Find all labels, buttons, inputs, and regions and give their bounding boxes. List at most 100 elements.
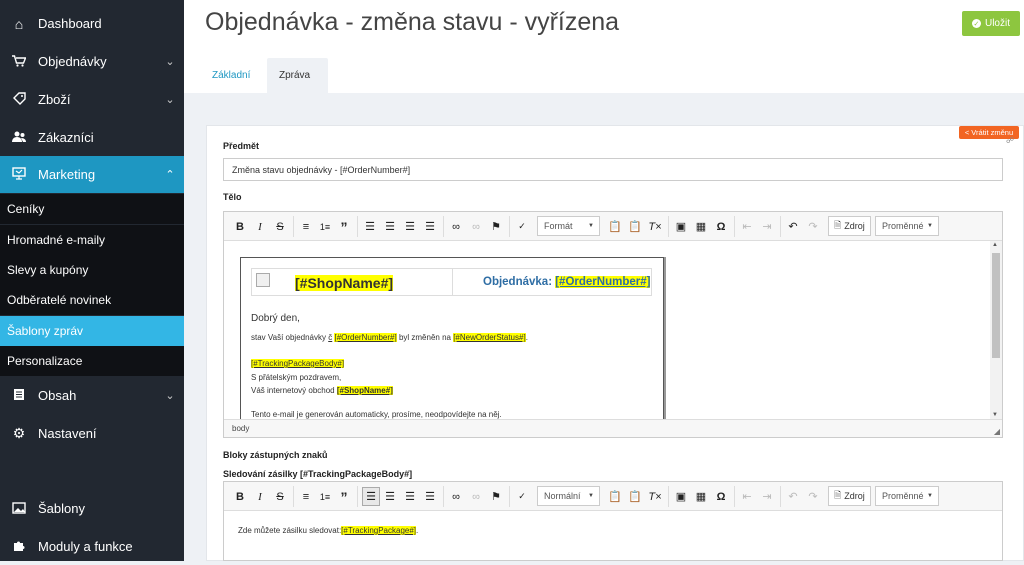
format-select-value: Formát <box>544 221 573 231</box>
sidebar-item-content[interactable]: Obsah ⌄ <box>0 377 184 414</box>
main-content: Objednávka - změna stavu - vyřízena ✓ Ul… <box>184 0 1024 561</box>
tab-message[interactable]: Zpráva <box>267 58 328 93</box>
undo-icon[interactable]: ↶ <box>785 217 801 236</box>
order-number-inline: [#OrderNumber#] <box>334 333 397 342</box>
sidebar-subitem-personalization[interactable]: Personalizace <box>0 346 184 376</box>
sidebar-subitem-subscribers[interactable]: Odběratelé novinek <box>0 285 184 315</box>
save-button-label: Uložit <box>984 18 1010 29</box>
spellcheck-icon[interactable]: ✓ <box>514 217 530 236</box>
unlink-icon[interactable]: ∞ <box>468 487 484 506</box>
line1-start: stav Vaší objednávky <box>251 333 329 342</box>
format-select[interactable]: Formát ▼ <box>537 216 600 236</box>
italic-button[interactable]: I <box>252 487 268 506</box>
strikethrough-button[interactable]: S <box>272 217 288 236</box>
bold-button[interactable]: B <box>232 217 248 236</box>
anchor-flag-icon[interactable]: ⚑ <box>488 487 504 506</box>
sidebar-item-dashboard[interactable]: ⌂ Dashboard <box>0 5 184 42</box>
link-icon: ☍ <box>1006 136 1015 145</box>
bulleted-list-icon[interactable]: ≡ <box>298 487 314 506</box>
editor-content-area[interactable]: [#ShopName#] Objednávka: [#OrderNumber#]… <box>224 241 1002 419</box>
redo-icon[interactable]: ↷ <box>805 217 821 236</box>
sidebar-item-marketing[interactable]: Marketing ⌃ <box>0 156 184 193</box>
placeholder-blocks-label: Bloky zástupných znaků <box>223 450 328 460</box>
blockquote-icon[interactable]: ” <box>336 487 352 506</box>
home-icon: ⌂ <box>14 15 24 32</box>
align-left-icon[interactable]: ☰ <box>362 487 380 506</box>
strikethrough-button[interactable]: S <box>272 487 288 506</box>
paste-icon[interactable]: 📋 <box>607 217 623 236</box>
paste-text-icon[interactable]: 📋 <box>627 217 643 236</box>
bulleted-list-icon[interactable]: ≡ <box>298 217 314 236</box>
line1-end: . <box>525 333 528 342</box>
sidebar-item-orders[interactable]: Objednávky ⌄ <box>0 43 184 80</box>
save-button[interactable]: ✓ Uložit <box>962 11 1020 36</box>
special-char-icon[interactable]: Ω <box>713 487 729 506</box>
sidebar-item-templates[interactable]: Šablony <box>0 490 184 527</box>
chevron-down-icon: ⌄ <box>165 390 175 402</box>
sidebar-subitem-message-templates[interactable]: Šablony zpráv <box>0 316 184 346</box>
special-char-icon[interactable]: Ω <box>713 217 729 236</box>
paste-icon[interactable]: 📋 <box>607 487 623 506</box>
numbered-list-icon[interactable]: 1≡ <box>317 217 333 236</box>
new-status-placeholder: [#NewOrderStatus#] <box>453 333 526 342</box>
sidebar-subitem-bulk-emails[interactable]: Hromadné e-maily <box>0 225 184 255</box>
image-insert-icon[interactable]: ▣ <box>673 217 689 236</box>
image-icon <box>0 501 38 517</box>
editor-toolbar: B I S ≡ 1≡ ” ☰ ☰ ☰ ☰ ∞ ∞ ⚑ ✓ Normální ▼ … <box>224 482 1002 511</box>
image-insert-icon[interactable]: ▣ <box>673 487 689 506</box>
align-justify-icon[interactable]: ☰ <box>422 487 438 506</box>
source-button[interactable]: 🗎 Zdroj <box>828 216 871 236</box>
redo-icon[interactable]: ↷ <box>805 487 821 506</box>
anchor-flag-icon[interactable]: ⚑ <box>488 217 504 236</box>
tag-icon <box>0 91 38 108</box>
remove-format-icon[interactable]: T× <box>647 487 663 506</box>
align-left-icon[interactable]: ☰ <box>362 217 378 236</box>
broken-image-icon <box>256 273 270 287</box>
align-justify-icon[interactable]: ☰ <box>422 217 438 236</box>
spellcheck-icon[interactable]: ✓ <box>514 487 530 506</box>
numbered-list-icon[interactable]: 1≡ <box>317 487 333 506</box>
source-icon: 🗎 <box>834 490 842 500</box>
sidebar-item-products[interactable]: Zboží ⌄ <box>0 81 184 118</box>
sidebar-item-customers[interactable]: Zákazníci <box>0 119 184 156</box>
indent-icon[interactable]: ⇥ <box>759 487 775 506</box>
format-select[interactable]: Normální ▼ <box>537 486 600 506</box>
outdent-icon[interactable]: ⇤ <box>739 217 755 236</box>
editor-content-area[interactable]: Zde můžete zásilku sledovat:[#TrackingPa… <box>224 511 1002 561</box>
indent-icon[interactable]: ⇥ <box>759 217 775 236</box>
tracking-text: Zde můžete zásilku sledovat:[#TrackingPa… <box>238 526 418 535</box>
subject-input[interactable]: Změna stavu objednávky - [#OrderNumber#] <box>223 158 1003 181</box>
sidebar-item-settings[interactable]: ⚙ Nastavení <box>0 415 184 452</box>
undo-icon[interactable]: ↶ <box>785 487 801 506</box>
sidebar: ⌂ Dashboard Objednávky ⌄ Zboží ⌄ Zákazní… <box>0 0 184 561</box>
tab-basic[interactable]: Základní <box>200 58 262 93</box>
paste-text-icon[interactable]: 📋 <box>627 487 643 506</box>
variables-select[interactable]: Proměnné ▼ <box>875 216 939 236</box>
scroll-down-icon[interactable]: ▼ <box>992 412 998 418</box>
table-icon[interactable]: ▦ <box>693 487 709 506</box>
sidebar-item-modules[interactable]: Moduly a funkce <box>0 528 184 565</box>
scrollbar-thumb[interactable] <box>992 253 1000 358</box>
align-center-icon[interactable]: ☰ <box>382 487 398 506</box>
variables-select[interactable]: Proměnné ▼ <box>875 486 939 506</box>
source-button[interactable]: 🗎 Zdroj <box>828 486 871 506</box>
chevron-down-icon: ⌄ <box>165 94 175 106</box>
sidebar-subitem-discounts[interactable]: Slevy a kupóny <box>0 255 184 285</box>
editor-scrollbar[interactable]: ▲ ▼ <box>990 241 1002 419</box>
outdent-icon[interactable]: ⇤ <box>739 487 755 506</box>
unlink-icon[interactable]: ∞ <box>468 217 484 236</box>
resize-grip-icon[interactable]: ◢ <box>994 427 1000 436</box>
align-right-icon[interactable]: ☰ <box>402 217 418 236</box>
table-icon[interactable]: ▦ <box>693 217 709 236</box>
blockquote-icon[interactable]: ” <box>336 217 352 236</box>
scroll-up-icon[interactable]: ▲ <box>992 242 998 248</box>
align-center-icon[interactable]: ☰ <box>382 217 398 236</box>
body-editor: B I S ≡ 1≡ ” ☰ ☰ ☰ ☰ ∞ ∞ ⚑ ✓ Formát ▼ 📋 … <box>223 211 1003 438</box>
italic-button[interactable]: I <box>252 217 268 236</box>
align-right-icon[interactable]: ☰ <box>402 487 418 506</box>
link-icon[interactable]: ∞ <box>448 487 464 506</box>
remove-format-icon[interactable]: T× <box>647 217 663 236</box>
bold-button[interactable]: B <box>232 487 248 506</box>
sidebar-subitem-pricelists[interactable]: Ceníky <box>0 194 184 224</box>
link-icon[interactable]: ∞ <box>448 217 464 236</box>
